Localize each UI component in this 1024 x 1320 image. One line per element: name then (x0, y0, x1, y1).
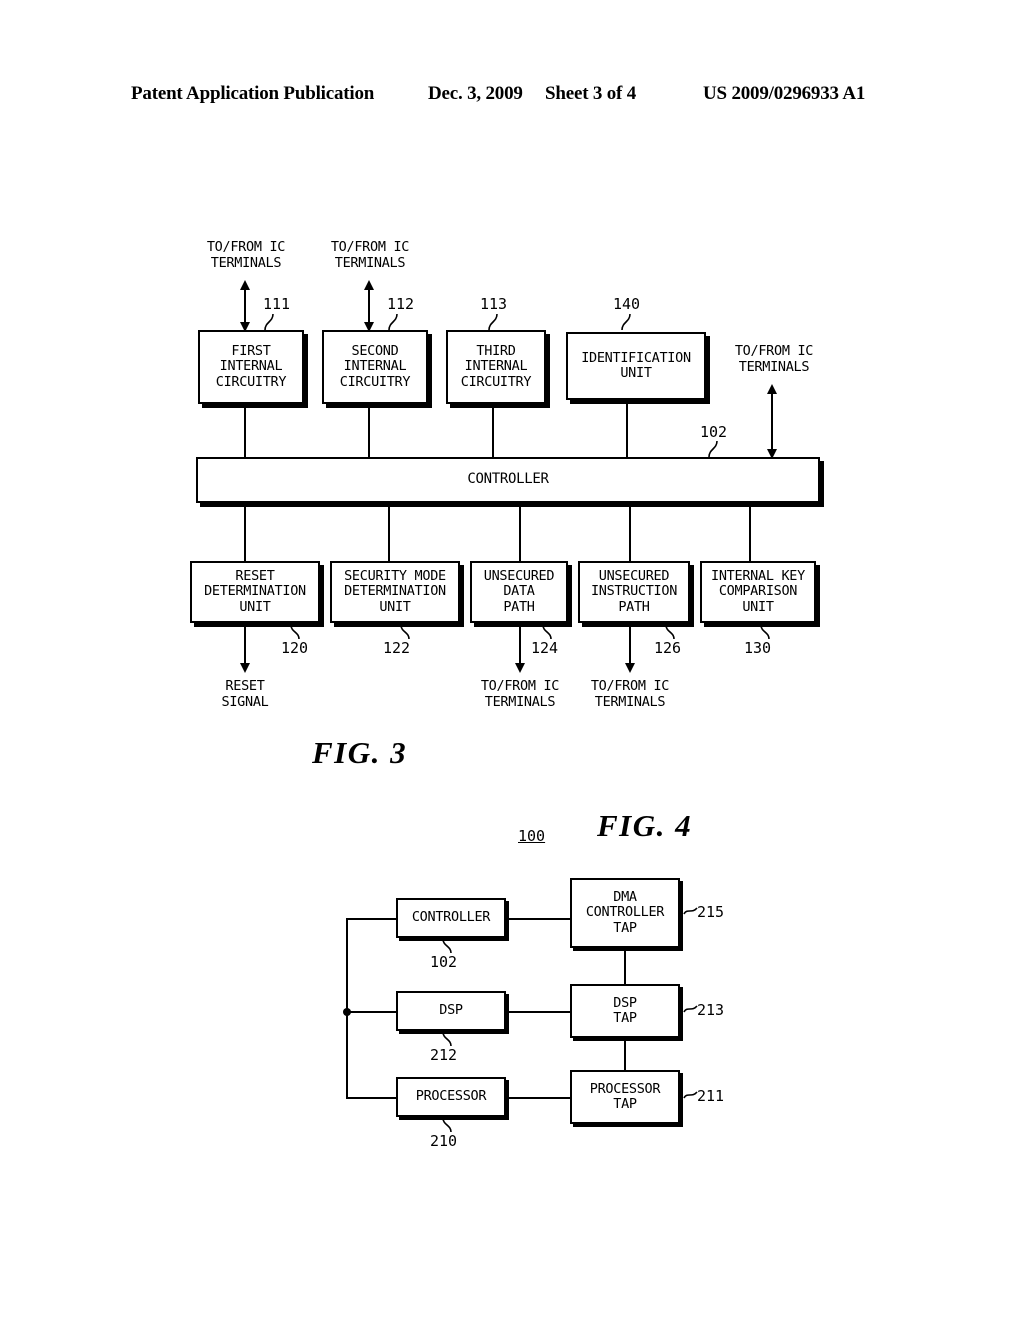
header-publication-title: Patent Application Publication (131, 83, 375, 104)
fig3-box-third-internal-circuitry[interactable]: THIRD INTERNAL CIRCUITRY (446, 330, 546, 404)
fig3-leader-hook-111 (264, 313, 274, 331)
fig4-ref-212: 212 (430, 1046, 458, 1064)
fig3-leader-hook-140 (621, 313, 631, 331)
fig3-ref-130: 130 (744, 639, 772, 657)
fig3-connector-controller-122 (388, 503, 390, 561)
fig4-leader-hook-102 (442, 938, 452, 954)
fig3-leader-hook-124 (542, 624, 552, 640)
fig3-box-unsecured-instruction-path[interactable]: UNSECURED INSTRUCTION PATH (578, 561, 690, 623)
fig3-leader-hook-112 (388, 313, 398, 331)
fig4-bus-branch-processor (346, 1097, 397, 1099)
fig3-connector-113-controller (492, 404, 494, 459)
fig3-label-terminals-instruction: TO/FROM IC TERMINALS (590, 678, 670, 710)
fig3-box-reset-determination-unit[interactable]: RESET DETERMINATION UNIT (190, 561, 320, 623)
fig3-box-internal-key-comparison-unit[interactable]: INTERNAL KEY COMPARISON UNIT (700, 561, 816, 623)
fig3-ref-126: 126 (654, 639, 682, 657)
fig4-ref-213: 213 (697, 1001, 725, 1019)
fig3-box-identification-unit[interactable]: IDENTIFICATION UNIT (566, 332, 706, 400)
fig3-box-first-internal-circuitry[interactable]: FIRST INTERNAL CIRCUITRY (198, 330, 304, 404)
fig3-arrowhead-up-1 (240, 280, 250, 290)
fig4-box-dsp[interactable]: DSP (396, 991, 506, 1031)
header-sheet-number: Sheet 3 of 4 (545, 83, 637, 104)
fig3-box-security-mode-determination-unit[interactable]: SECURITY MODE DETERMINATION UNIT (330, 561, 460, 623)
fig3-connector-controller-130 (749, 503, 751, 561)
fig4-box-controller[interactable]: CONTROLLER (396, 898, 506, 938)
fig3-ref-124: 124 (531, 639, 559, 657)
fig3-ref-111: 111 (263, 295, 291, 313)
fig3-ref-122: 122 (383, 639, 411, 657)
fig3-connector-112-controller (368, 404, 370, 459)
fig3-connector-140-controller (626, 400, 628, 459)
fig4-bus-branch-dsp (346, 1011, 397, 1013)
fig3-ref-120: 120 (281, 639, 309, 657)
fig3-label-terminals-data: TO/FROM IC TERMINALS (480, 678, 560, 710)
fig3-ref-113: 113 (480, 295, 508, 313)
fig4-box-dma-controller-tap[interactable]: DMA CONTROLLER TAP (570, 878, 680, 948)
fig4-ref-215: 215 (697, 903, 725, 921)
fig4-link-dsp-tap-processor-tap (624, 1038, 626, 1070)
fig3-arrowhead-data-path (515, 663, 525, 673)
fig3-connector-111-controller (244, 404, 246, 459)
fig3-box-controller[interactable]: CONTROLLER (196, 457, 820, 503)
fig3-leader-hook-122 (400, 624, 410, 640)
fig3-box-second-internal-circuitry[interactable]: SECOND INTERNAL CIRCUITRY (322, 330, 428, 404)
page-header: Patent Application Publication Dec. 3, 2… (0, 83, 1024, 113)
fig4-box-dsp-tap[interactable]: DSP TAP (570, 984, 680, 1038)
fig3-connector-controller-126 (629, 503, 631, 561)
fig3-terminal-label-right: TO/FROM IC TERMINALS (734, 343, 814, 375)
fig3-leader-hook-113 (488, 313, 498, 331)
fig3-arrowhead-instruction-path (625, 663, 635, 673)
fig3-ref-112: 112 (387, 295, 415, 313)
fig3-box-unsecured-data-path[interactable]: UNSECURED DATA PATH (470, 561, 568, 623)
fig4-ref-211: 211 (697, 1087, 725, 1105)
fig4-ref-210: 210 (430, 1132, 458, 1150)
fig3-ref-140: 140 (613, 295, 641, 313)
fig4-link-dsp-dsp-tap (506, 1011, 570, 1013)
fig3-arrow-shaft-right (771, 390, 773, 457)
fig3-terminal-label-2: TO/FROM IC TERMINALS (330, 239, 410, 271)
fig3-connector-controller-124 (519, 503, 521, 561)
fig4-link-dma-tap-dsp-tap (624, 948, 626, 984)
fig3-arrowhead-up-right (767, 384, 777, 394)
fig4-bus-junction-dot (343, 1008, 351, 1016)
fig3-arrowhead-reset-signal (240, 663, 250, 673)
fig3-ref-102: 102 (700, 423, 728, 441)
fig3-leader-hook-126 (665, 624, 675, 640)
fig4-bus-branch-controller (346, 918, 397, 920)
header-patent-number: US 2009/0296933 A1 (703, 83, 866, 104)
fig3-connector-controller-120 (244, 503, 246, 561)
header-publication-date: Dec. 3, 2009 (428, 83, 523, 104)
fig3-arrowhead-up-2 (364, 280, 374, 290)
fig3-leader-hook-130 (760, 624, 770, 640)
fig4-leader-hook-210 (442, 1117, 452, 1133)
fig4-leader-hook-212 (442, 1031, 452, 1047)
fig4-link-controller-dma-tap (506, 918, 570, 920)
fig4-caption: FIG. 4 (597, 808, 693, 843)
fig4-ref-102: 102 (430, 953, 458, 971)
fig4-box-processor[interactable]: PROCESSOR (396, 1077, 506, 1117)
fig3-terminal-label-1: TO/FROM IC TERMINALS (206, 239, 286, 271)
fig3-caption: FIG. 3 (312, 735, 408, 770)
fig3-leader-hook-120 (290, 624, 300, 640)
fig3-leader-hook-102 (708, 440, 718, 458)
fig3-label-reset-signal: RESET SIGNAL (221, 678, 269, 710)
fig4-link-processor-processor-tap (506, 1097, 570, 1099)
fig4-ref-100: 100 (518, 827, 546, 845)
fig4-box-processor-tap[interactable]: PROCESSOR TAP (570, 1070, 680, 1124)
